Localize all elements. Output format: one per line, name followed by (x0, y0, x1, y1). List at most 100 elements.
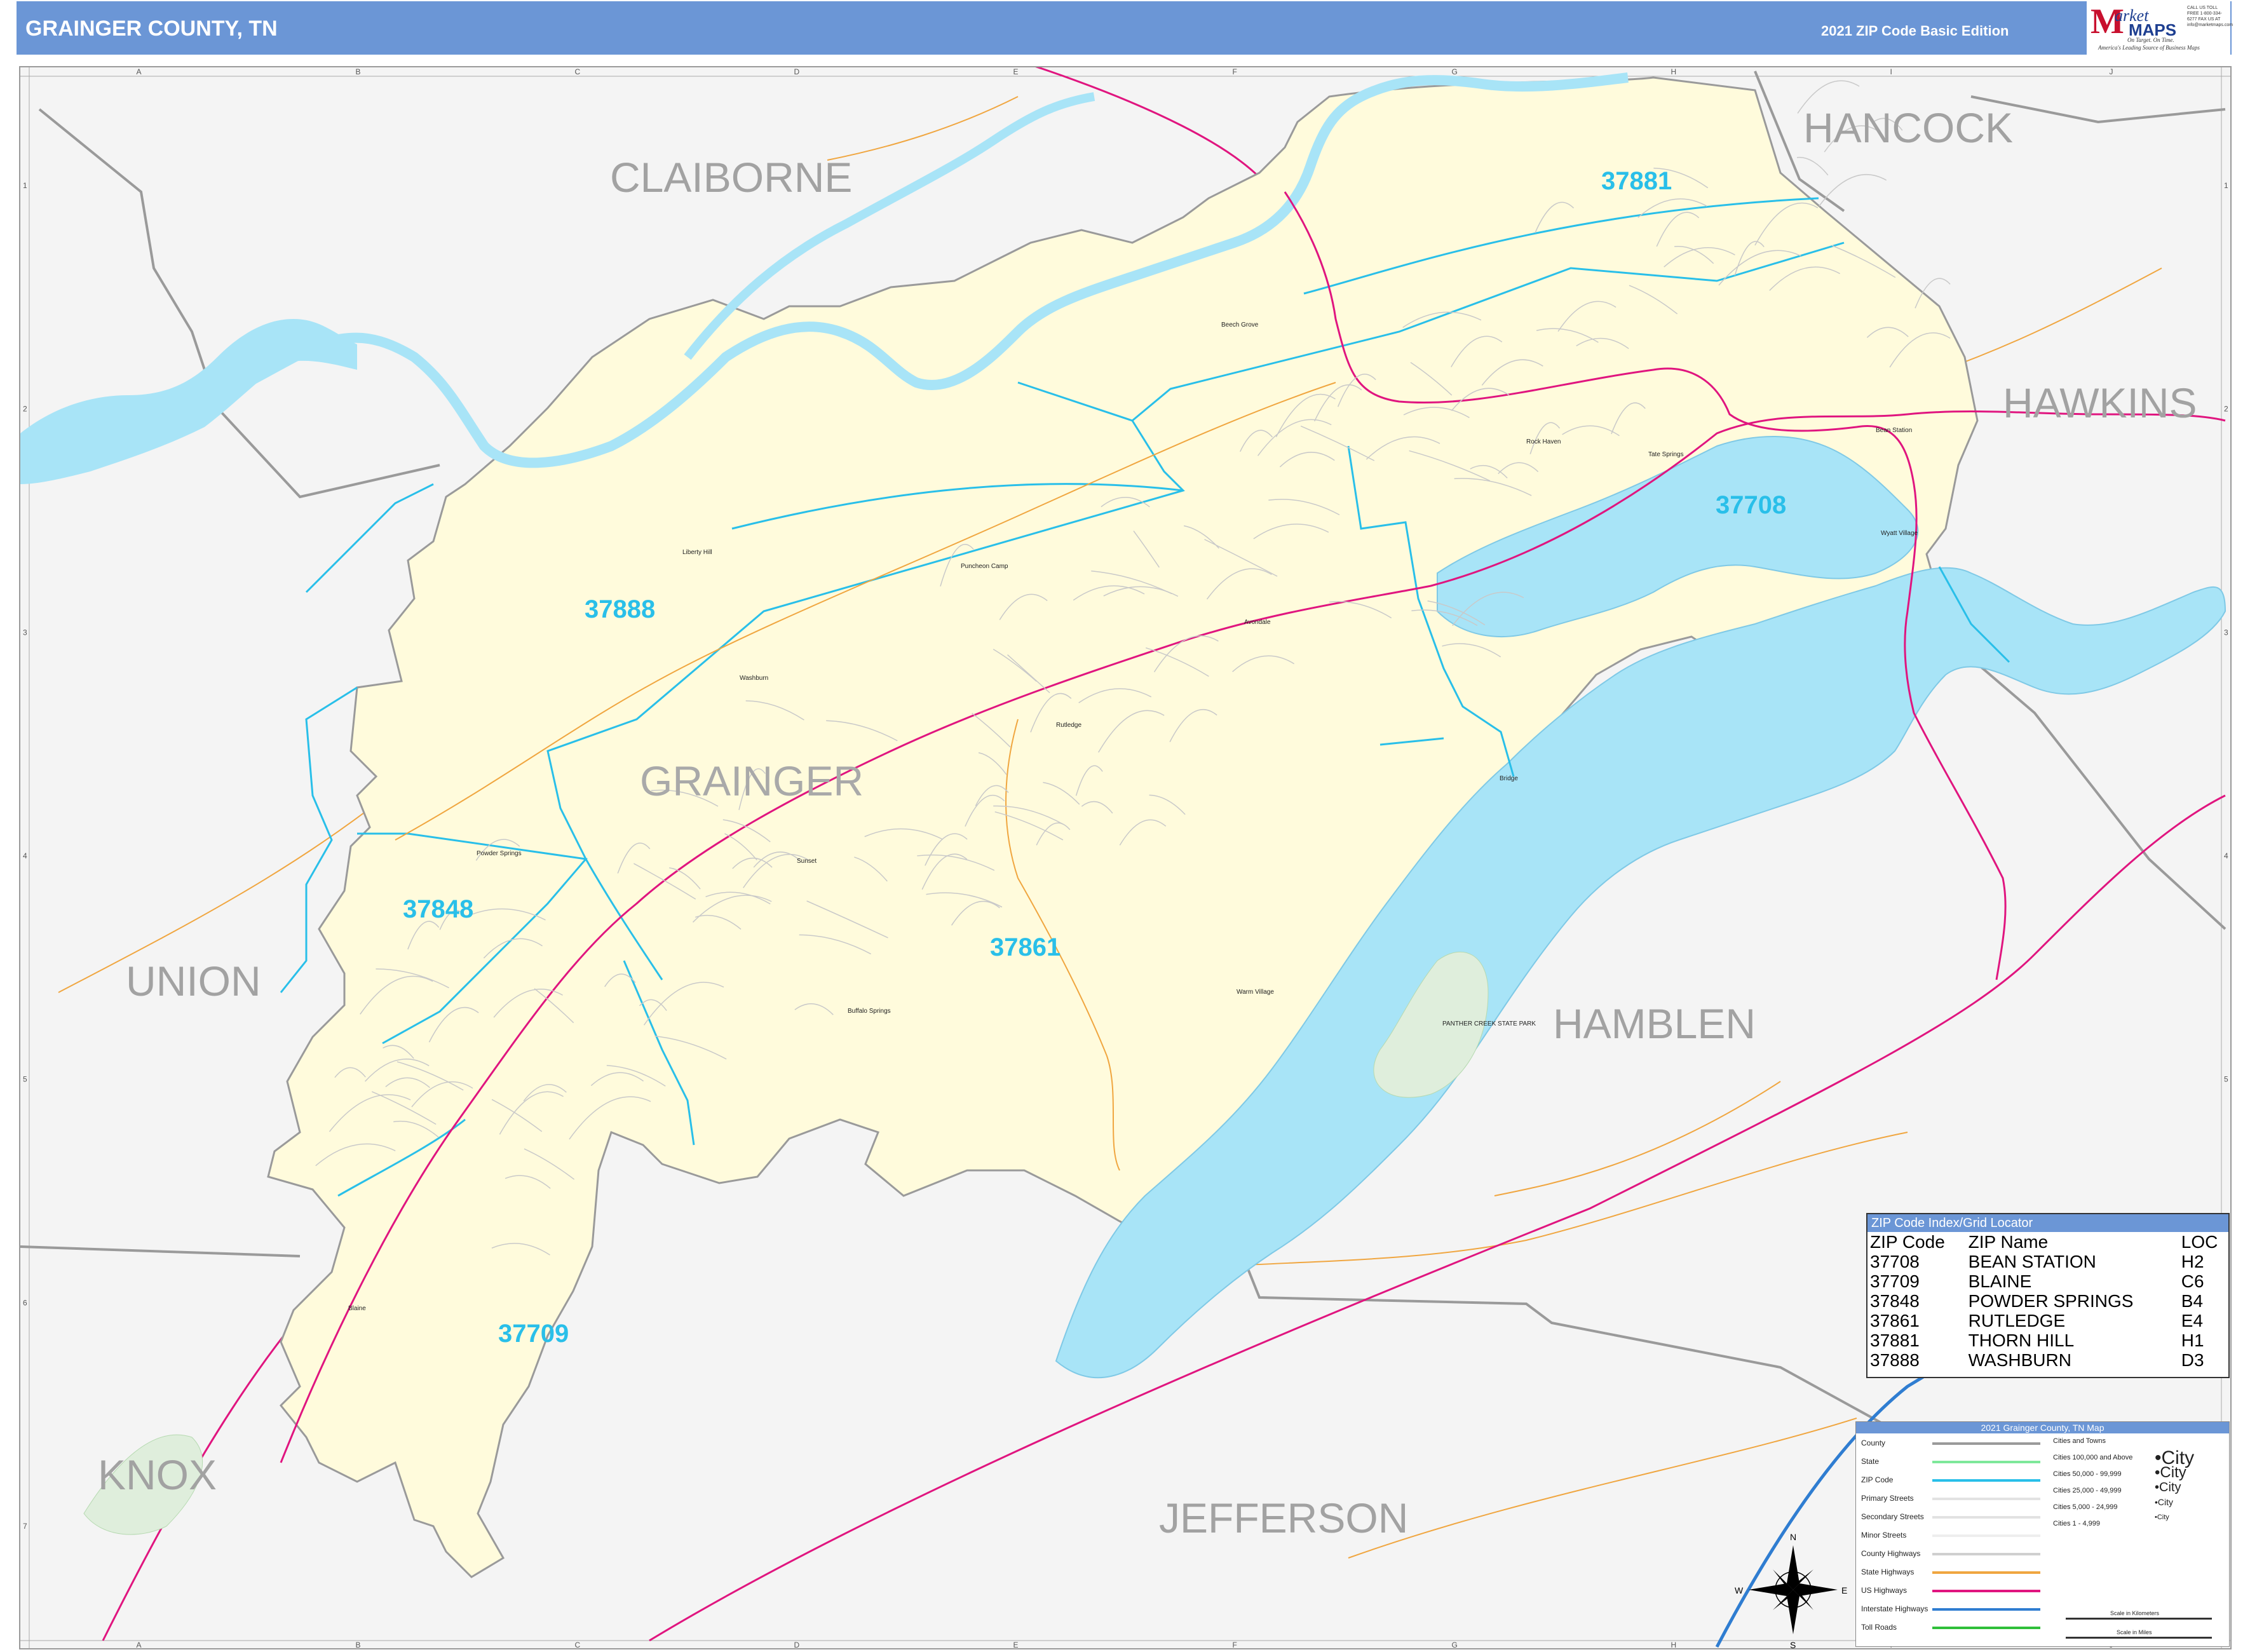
legend-item-label: Interstate Highways (1861, 1604, 1928, 1613)
market-maps-logo[interactable]: M arket MAPS On Target. On Time. America… (2087, 1, 2233, 55)
grid-column-label: A (137, 1641, 142, 1648)
town-rock-haven: Rock Haven (1526, 438, 1561, 445)
map-canvas[interactable]: AABBCCDDEEFFGGHHIIJJ 11223344556677 (20, 67, 2230, 1648)
grid-row-label: 1 (23, 181, 27, 190)
grid-column-label: J (2110, 67, 2113, 76)
scale-bar-mi (2066, 1637, 2212, 1639)
legend-item-swatch (1932, 1461, 2040, 1463)
legend-city-sample: •City (2155, 1464, 2186, 1481)
legend-item-label: ZIP Code (1861, 1475, 1894, 1484)
scale-bar-km (2066, 1618, 2212, 1620)
county-label-claiborne: CLAIBORNE (610, 154, 852, 201)
legend-scale-km: Scale in Kilometers (2110, 1610, 2160, 1616)
map-legend: 2021 Grainger County, TN Map County State… (1855, 1421, 2230, 1647)
town-washburn: Washburn (740, 675, 768, 682)
grid-column-label: E (1013, 67, 1019, 76)
legend-city-sample: •City (2155, 1513, 2169, 1521)
legend-item-swatch (1932, 1516, 2040, 1519)
grid-column-label: C (575, 67, 581, 76)
grid-column-label: B (356, 1641, 361, 1648)
zip-index-title: ZIP Code Index/Grid Locator (1867, 1214, 2228, 1232)
legend-item-swatch (1932, 1571, 2040, 1574)
zip-loc-cell: H1 (2181, 1330, 2204, 1350)
grid-column-label: E (1013, 1641, 1019, 1648)
zip-label-37708: 37708 (1716, 491, 1786, 519)
zip-loc-cell: D3 (2181, 1350, 2204, 1370)
legend-city-class: Cities 50,000 - 99,999 (2053, 1470, 2122, 1478)
legend-item-label: Minor Streets (1861, 1531, 1907, 1540)
town-powder-springs: Powder Springs (477, 850, 522, 857)
town-rutledge: Rutledge (1056, 722, 1081, 729)
zip-code-cell: 37709 (1870, 1271, 1920, 1291)
table-row: 37888 WASHBURN D3 (1867, 1350, 2228, 1370)
town-tate-springs: Tate Springs (1648, 451, 1684, 458)
legend-item-swatch (1932, 1498, 2040, 1500)
minor-road (1796, 157, 1829, 176)
town-avondale: Avondale (1244, 619, 1271, 626)
compass-w: W (1735, 1585, 1744, 1595)
legend-city-class: Cities 5,000 - 24,999 (2053, 1503, 2118, 1511)
grid-row-label: 4 (23, 851, 27, 860)
legend-item-label: County Highways (1861, 1549, 1921, 1558)
grid-row-label: 3 (23, 628, 27, 637)
legend-item-swatch (1932, 1627, 2040, 1629)
zip-index-col-code: ZIP Code (1870, 1232, 1945, 1252)
grid-row-label: 2 (23, 405, 27, 414)
grid-column-label: F (1233, 67, 1237, 76)
compass-s: S (1790, 1640, 1796, 1648)
legend-item-swatch (1932, 1534, 2040, 1537)
legend-item-swatch (1932, 1608, 2040, 1611)
zip-loc-cell: E4 (2181, 1311, 2204, 1330)
grid-row-label: 7 (23, 1522, 27, 1531)
zip-label-37848: 37848 (403, 895, 473, 923)
zip-code-cell: 37861 (1870, 1311, 1920, 1330)
norris-lake (20, 319, 357, 484)
zip-name-cell: BEAN STATION (1968, 1252, 2096, 1271)
grid-column-label: D (794, 67, 800, 76)
town-beech-grove: Beech Grove (1221, 322, 1259, 328)
zip-code-cell: 37888 (1870, 1350, 1920, 1370)
logo-contact: CALL US TOLL FREE 1-800-334-6277 FAX US … (2187, 6, 2233, 27)
legend-item-label: Primary Streets (1861, 1494, 1914, 1503)
legend-scale-mi: Scale in Miles (2117, 1629, 2152, 1635)
zip-loc-cell: C6 (2181, 1271, 2204, 1291)
logo-tagline: On Target. On Time. (2127, 37, 2174, 43)
legend-item-label: State (1861, 1457, 1880, 1466)
zip-name-cell: WASHBURN (1968, 1350, 2071, 1370)
zip-name-cell: POWDER SPRINGS (1968, 1291, 2134, 1311)
map-frame[interactable]: AABBCCDDEEFFGGHHIIJJ 11223344556677 (19, 66, 2232, 1649)
zip-name-cell: BLAINE (1968, 1271, 2032, 1291)
legend-title: 2021 Grainger County, TN Map (1856, 1422, 2229, 1433)
legend-city-sample: •City (2155, 1497, 2174, 1507)
town-bean-station: Bean Station (1876, 427, 1912, 434)
zip-loc-cell: B4 (2181, 1291, 2204, 1311)
zip-label-37709: 37709 (498, 1320, 569, 1348)
town-buffalo-springs: Buffalo Springs (848, 1008, 891, 1015)
legend-city-class: Cities 25,000 - 49,999 (2053, 1487, 2122, 1494)
zip-code-cell: 37708 (1870, 1252, 1920, 1271)
table-row: 37709 BLAINE C6 (1867, 1271, 2228, 1291)
map-title: GRAINGER COUNTY, TN (25, 17, 278, 41)
zip-label-37881: 37881 (1601, 167, 1672, 195)
county-label-hancock: HANCOCK (1803, 104, 2013, 151)
zip-name-cell: THORN HILL (1968, 1330, 2075, 1350)
grid-row-label: 6 (23, 1298, 27, 1307)
legend-item-swatch (1932, 1479, 2040, 1482)
legend-item-label: County (1861, 1439, 1886, 1447)
legend-city-class: Cities 1 - 4,999 (2053, 1520, 2100, 1527)
legend-item-label: US Highways (1861, 1586, 1908, 1595)
grid-column-label: H (1671, 1641, 1677, 1648)
grid-column-label: G (1452, 67, 1458, 76)
town-wyatt-village: Wyatt Village (1881, 530, 1918, 537)
grid-column-label: A (137, 67, 142, 76)
grid-column-label: D (794, 1641, 800, 1648)
grid-row-label: 5 (23, 1075, 27, 1084)
county-label-hamblen: HAMBLEN (1553, 1000, 1756, 1047)
legend-item-swatch (1932, 1442, 2040, 1445)
grid-column-label: F (1233, 1641, 1237, 1648)
zip-index-header-row: ZIP Code ZIP Name LOC (1867, 1232, 2228, 1252)
county-label-knox: KNOX (98, 1451, 217, 1498)
town-puncheon-camp: Puncheon Camp (961, 563, 1008, 570)
county-label-union: UNION (126, 958, 261, 1005)
county-label-hawkins: HAWKINS (2003, 379, 2197, 426)
